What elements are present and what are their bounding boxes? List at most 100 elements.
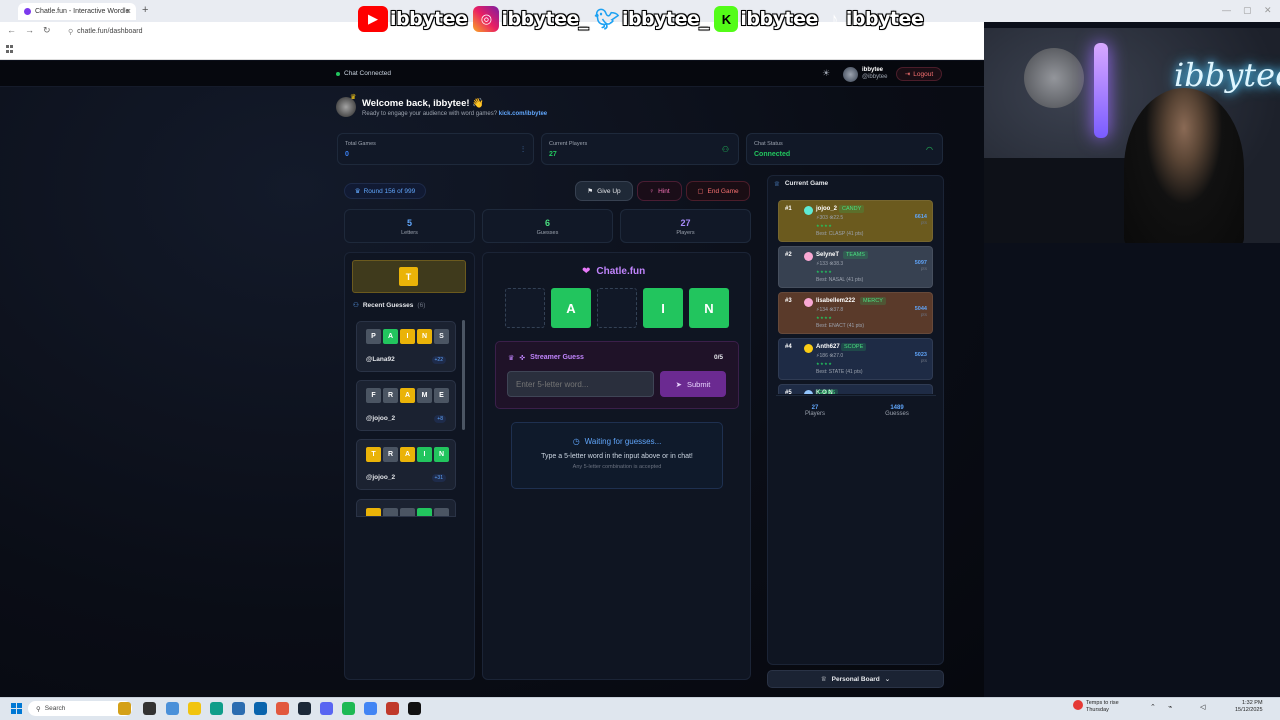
terminal-icon[interactable] bbox=[408, 702, 421, 715]
weather-day: Thursday bbox=[1086, 707, 1109, 713]
weather-widget[interactable]: Temps to rise Thursday bbox=[1086, 700, 1119, 714]
copilot-icon[interactable] bbox=[166, 702, 179, 715]
leaderboard-title: Current Game bbox=[784, 180, 829, 187]
letter-tile: A bbox=[400, 388, 415, 403]
leaderboard-word-badge: MERCY bbox=[860, 297, 886, 305]
discord-icon[interactable] bbox=[320, 702, 333, 715]
guesses-count: 6 bbox=[544, 218, 550, 228]
letter-tile bbox=[400, 508, 415, 516]
taskbar-search[interactable]: ⚲ Search bbox=[28, 701, 132, 716]
leaderboard-name: lisabellem222 bbox=[816, 298, 856, 304]
hint-button[interactable]: ♀ Hint bbox=[637, 181, 682, 201]
board-tile: I bbox=[643, 288, 683, 328]
app-icon-2[interactable] bbox=[386, 702, 399, 715]
brand: ❤ Chatle.fun bbox=[582, 266, 645, 277]
site-favicon-icon bbox=[24, 8, 31, 15]
leaderboard-list-viewport[interactable]: #1 jojoo_2 CANDY ⚡303 ⊗22.5 Best: CLASP (41 … bbox=[776, 196, 936, 394]
chrome-icon[interactable] bbox=[364, 702, 377, 715]
store-icon[interactable] bbox=[232, 702, 245, 715]
guesses-label: Guesses bbox=[536, 230, 559, 236]
task-view-icon[interactable] bbox=[143, 702, 156, 715]
gamepad-icon: ✜ bbox=[519, 355, 526, 362]
user-icon: ⚇ bbox=[721, 145, 729, 154]
volume-icon[interactable]: ◁ bbox=[1200, 704, 1205, 711]
letter-tile: P bbox=[366, 329, 381, 344]
letter-tile bbox=[434, 508, 449, 516]
welcome-subtitle-text: Ready to engage your audience with word … bbox=[362, 111, 498, 117]
players-label: Players bbox=[676, 230, 695, 236]
end-game-label: End Game bbox=[707, 187, 739, 195]
search-icon: ⚲ bbox=[36, 705, 41, 713]
file-explorer-icon[interactable] bbox=[188, 702, 201, 715]
apps-grid-icon[interactable] bbox=[6, 45, 14, 53]
logout-button[interactable]: ⇥ Logout bbox=[896, 67, 942, 81]
minimize-icon[interactable]: — bbox=[1222, 5, 1231, 15]
clock[interactable]: 1:32 PM 15/12/2025 bbox=[1235, 700, 1263, 714]
windows-start-icon[interactable] bbox=[11, 703, 22, 714]
star-rating-icon: ★★★★ bbox=[816, 269, 833, 274]
leaderboard-best: Best: ENACT (41 pts) bbox=[816, 323, 864, 329]
leaderboard-best: Best: CLASP (41 pts) bbox=[816, 231, 864, 237]
tray-chevron-icon[interactable]: ⌃ bbox=[1150, 704, 1156, 711]
logout-label: Logout bbox=[913, 70, 934, 78]
leaderboard-entry: #2 SelyneT TEAMS ⚡133 ⊗38.3 Best: NASAL (41 … bbox=[778, 246, 933, 288]
forward-icon[interactable]: → bbox=[25, 25, 34, 35]
trophy-icon: ♕ bbox=[820, 676, 827, 683]
weather-icon bbox=[1073, 700, 1083, 710]
submit-button[interactable]: ➤ Submit bbox=[660, 371, 726, 397]
give-up-button[interactable]: ⚑ Give Up bbox=[575, 181, 633, 201]
outlook-icon[interactable] bbox=[254, 702, 267, 715]
user-avatar[interactable] bbox=[843, 67, 858, 82]
stat-current-players: Current Players 27 ⚇ bbox=[541, 133, 739, 165]
guess-card-partial bbox=[356, 499, 456, 517]
guess-letters: PAINS bbox=[366, 329, 449, 344]
guess-user: @jojoo_2 bbox=[366, 415, 396, 422]
close-window-icon[interactable]: ✕ bbox=[1264, 5, 1272, 16]
letter-tile: A bbox=[383, 329, 398, 344]
close-tab-icon[interactable]: × bbox=[126, 6, 131, 16]
leaderboard-score: 5023 pts bbox=[915, 352, 927, 363]
channel-link[interactable]: kick.com/ibbytee bbox=[499, 111, 547, 117]
players-count: 27 bbox=[680, 218, 691, 228]
back-icon[interactable]: ← bbox=[7, 25, 16, 35]
recent-guesses-scrollbar[interactable] bbox=[462, 320, 465, 430]
leaderboard-avatar bbox=[804, 344, 813, 353]
site-info-icon[interactable]: ⚲ bbox=[68, 28, 73, 36]
letter-tile: N bbox=[417, 329, 432, 344]
browser-tab[interactable]: Chatle.fun - Interactive Wordle × bbox=[18, 3, 136, 20]
leaderboard-rank: #5 bbox=[785, 390, 792, 394]
reload-icon[interactable]: ↻ bbox=[43, 25, 51, 36]
streamer-guess-input[interactable] bbox=[507, 371, 654, 397]
users-icon: ⚇ bbox=[353, 302, 359, 309]
waiting-title: Waiting for guesses... bbox=[584, 437, 662, 446]
stat-value: Connected bbox=[754, 151, 791, 158]
wall-logo bbox=[1024, 48, 1084, 108]
twitter-icon: 🐦︎ bbox=[594, 8, 620, 31]
user-handle: @ibbytee bbox=[862, 74, 888, 80]
leaderboard-word-badge: GAINS bbox=[815, 389, 839, 394]
leaderboard-score: 5097 pts bbox=[915, 260, 927, 271]
stat-total-games: Total Games 0 ⫶ bbox=[337, 133, 534, 165]
network-icon[interactable]: ⌁ bbox=[1168, 704, 1172, 711]
edge-icon[interactable] bbox=[210, 702, 223, 715]
leaderboard-rank: #4 bbox=[785, 344, 792, 350]
personal-board-toggle[interactable]: ♕ Personal Board ⌄ bbox=[767, 670, 944, 688]
theme-toggle-sun-icon[interactable]: ☀ bbox=[822, 68, 830, 79]
user-info: ibbytee @ibbytee bbox=[862, 67, 887, 81]
instagram-icon: ◎ bbox=[473, 6, 500, 32]
spotify-icon[interactable] bbox=[342, 702, 355, 715]
new-tab-icon[interactable]: + bbox=[142, 4, 148, 16]
letter-tile: S bbox=[434, 329, 449, 344]
steam-icon[interactable] bbox=[298, 702, 311, 715]
streamer bbox=[1124, 88, 1244, 243]
letter-tile: R bbox=[383, 388, 398, 403]
maximize-icon[interactable]: ▢ bbox=[1243, 5, 1252, 16]
brand-logo-icon: ❤ bbox=[582, 266, 591, 277]
leaderboard-avatar bbox=[804, 390, 813, 394]
app-icon[interactable] bbox=[118, 702, 131, 715]
guess-points-badge: +8 bbox=[434, 415, 446, 423]
letter-tile: T bbox=[366, 447, 381, 462]
youtube-handle: ibbytee bbox=[390, 8, 468, 30]
brave-icon[interactable] bbox=[276, 702, 289, 715]
end-game-button[interactable]: ▢ End Game bbox=[686, 181, 750, 201]
